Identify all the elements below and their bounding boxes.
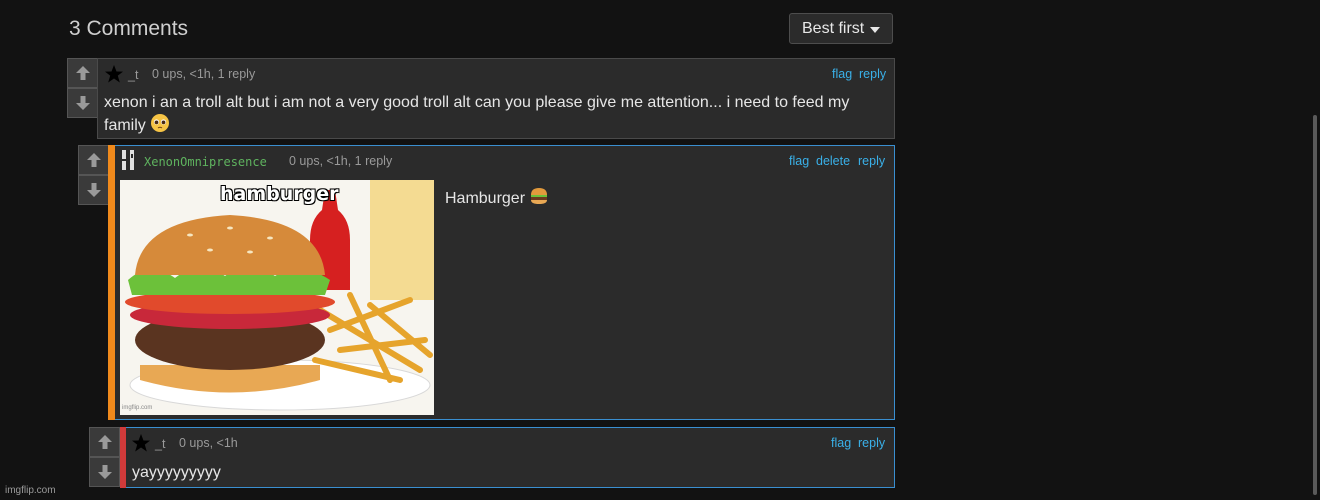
comment-3-votes <box>89 427 120 487</box>
comment-meta: 0 ups, <1h, 1 reply <box>152 67 256 81</box>
reply-link[interactable]: reply <box>858 436 885 450</box>
arrow-up-icon <box>75 66 90 80</box>
upvote-button[interactable] <box>89 427 120 457</box>
comment-author[interactable]: XenonOmnipresence <box>144 155 267 169</box>
comment-2-votes <box>78 145 109 205</box>
comment-meta: 0 ups, <1h, 1 reply <box>289 154 393 168</box>
downvote-button[interactable] <box>78 175 109 205</box>
comment-text: Hamburger <box>445 186 549 209</box>
footer-watermark: imgflip.com <box>5 485 56 496</box>
comment-author[interactable]: _t <box>155 437 165 451</box>
comment-image[interactable]: hamburger imgflip.com <box>120 180 434 415</box>
reply-link[interactable]: reply <box>859 67 886 81</box>
downvote-button[interactable] <box>67 88 98 118</box>
reply-link[interactable]: reply <box>858 154 885 168</box>
comment-text: yayyyyyyyyy <box>132 464 221 481</box>
hamburger-emoji-icon <box>531 188 548 204</box>
hamburger-photo <box>120 180 434 415</box>
flag-link[interactable]: flag <box>789 154 809 168</box>
upvote-button[interactable] <box>67 58 98 88</box>
star-icon <box>105 65 123 83</box>
image-watermark: imgflip.com <box>122 405 153 411</box>
arrow-down-icon <box>86 183 101 197</box>
comment-text-content: Hamburger <box>445 190 526 207</box>
reply-indent-bar <box>108 145 115 420</box>
sort-label: Best first <box>802 19 865 37</box>
scrollbar-thumb[interactable] <box>1313 115 1317 495</box>
comment-meta: 0 ups, <1h <box>179 436 238 450</box>
sort-dropdown[interactable]: Best first <box>789 13 893 44</box>
flag-link[interactable]: flag <box>831 436 851 450</box>
comment-2: XenonOmnipresence 0 ups, <1h, 1 reply fl… <box>115 145 895 420</box>
comment-3: _t 0 ups, <1h flag reply yayyyyyyyyy <box>126 427 895 488</box>
upvote-button[interactable] <box>78 145 109 175</box>
arrow-up-icon <box>97 435 112 449</box>
arrow-down-icon <box>75 96 90 110</box>
comment-text: xenon i an a troll alt but i am not a ve… <box>104 92 894 136</box>
arrow-down-icon <box>97 465 112 479</box>
comments-title: 3 Comments <box>69 17 189 40</box>
image-caption: hamburger <box>220 183 339 205</box>
flag-link[interactable]: flag <box>832 67 852 81</box>
comment-1: _t 0 ups, <1h, 1 reply flag reply xenon … <box>97 58 895 139</box>
chevron-down-icon <box>870 26 881 33</box>
delete-link[interactable]: delete <box>816 154 850 168</box>
avatar <box>122 150 134 170</box>
arrow-up-icon <box>86 153 101 167</box>
pleading-face-icon <box>151 114 170 132</box>
downvote-button[interactable] <box>89 457 120 487</box>
comment-author[interactable]: _t <box>128 68 138 82</box>
star-icon <box>132 434 150 452</box>
comment-1-votes <box>67 58 98 118</box>
comment-text-content: xenon i an a troll alt but i am not a ve… <box>104 94 850 134</box>
